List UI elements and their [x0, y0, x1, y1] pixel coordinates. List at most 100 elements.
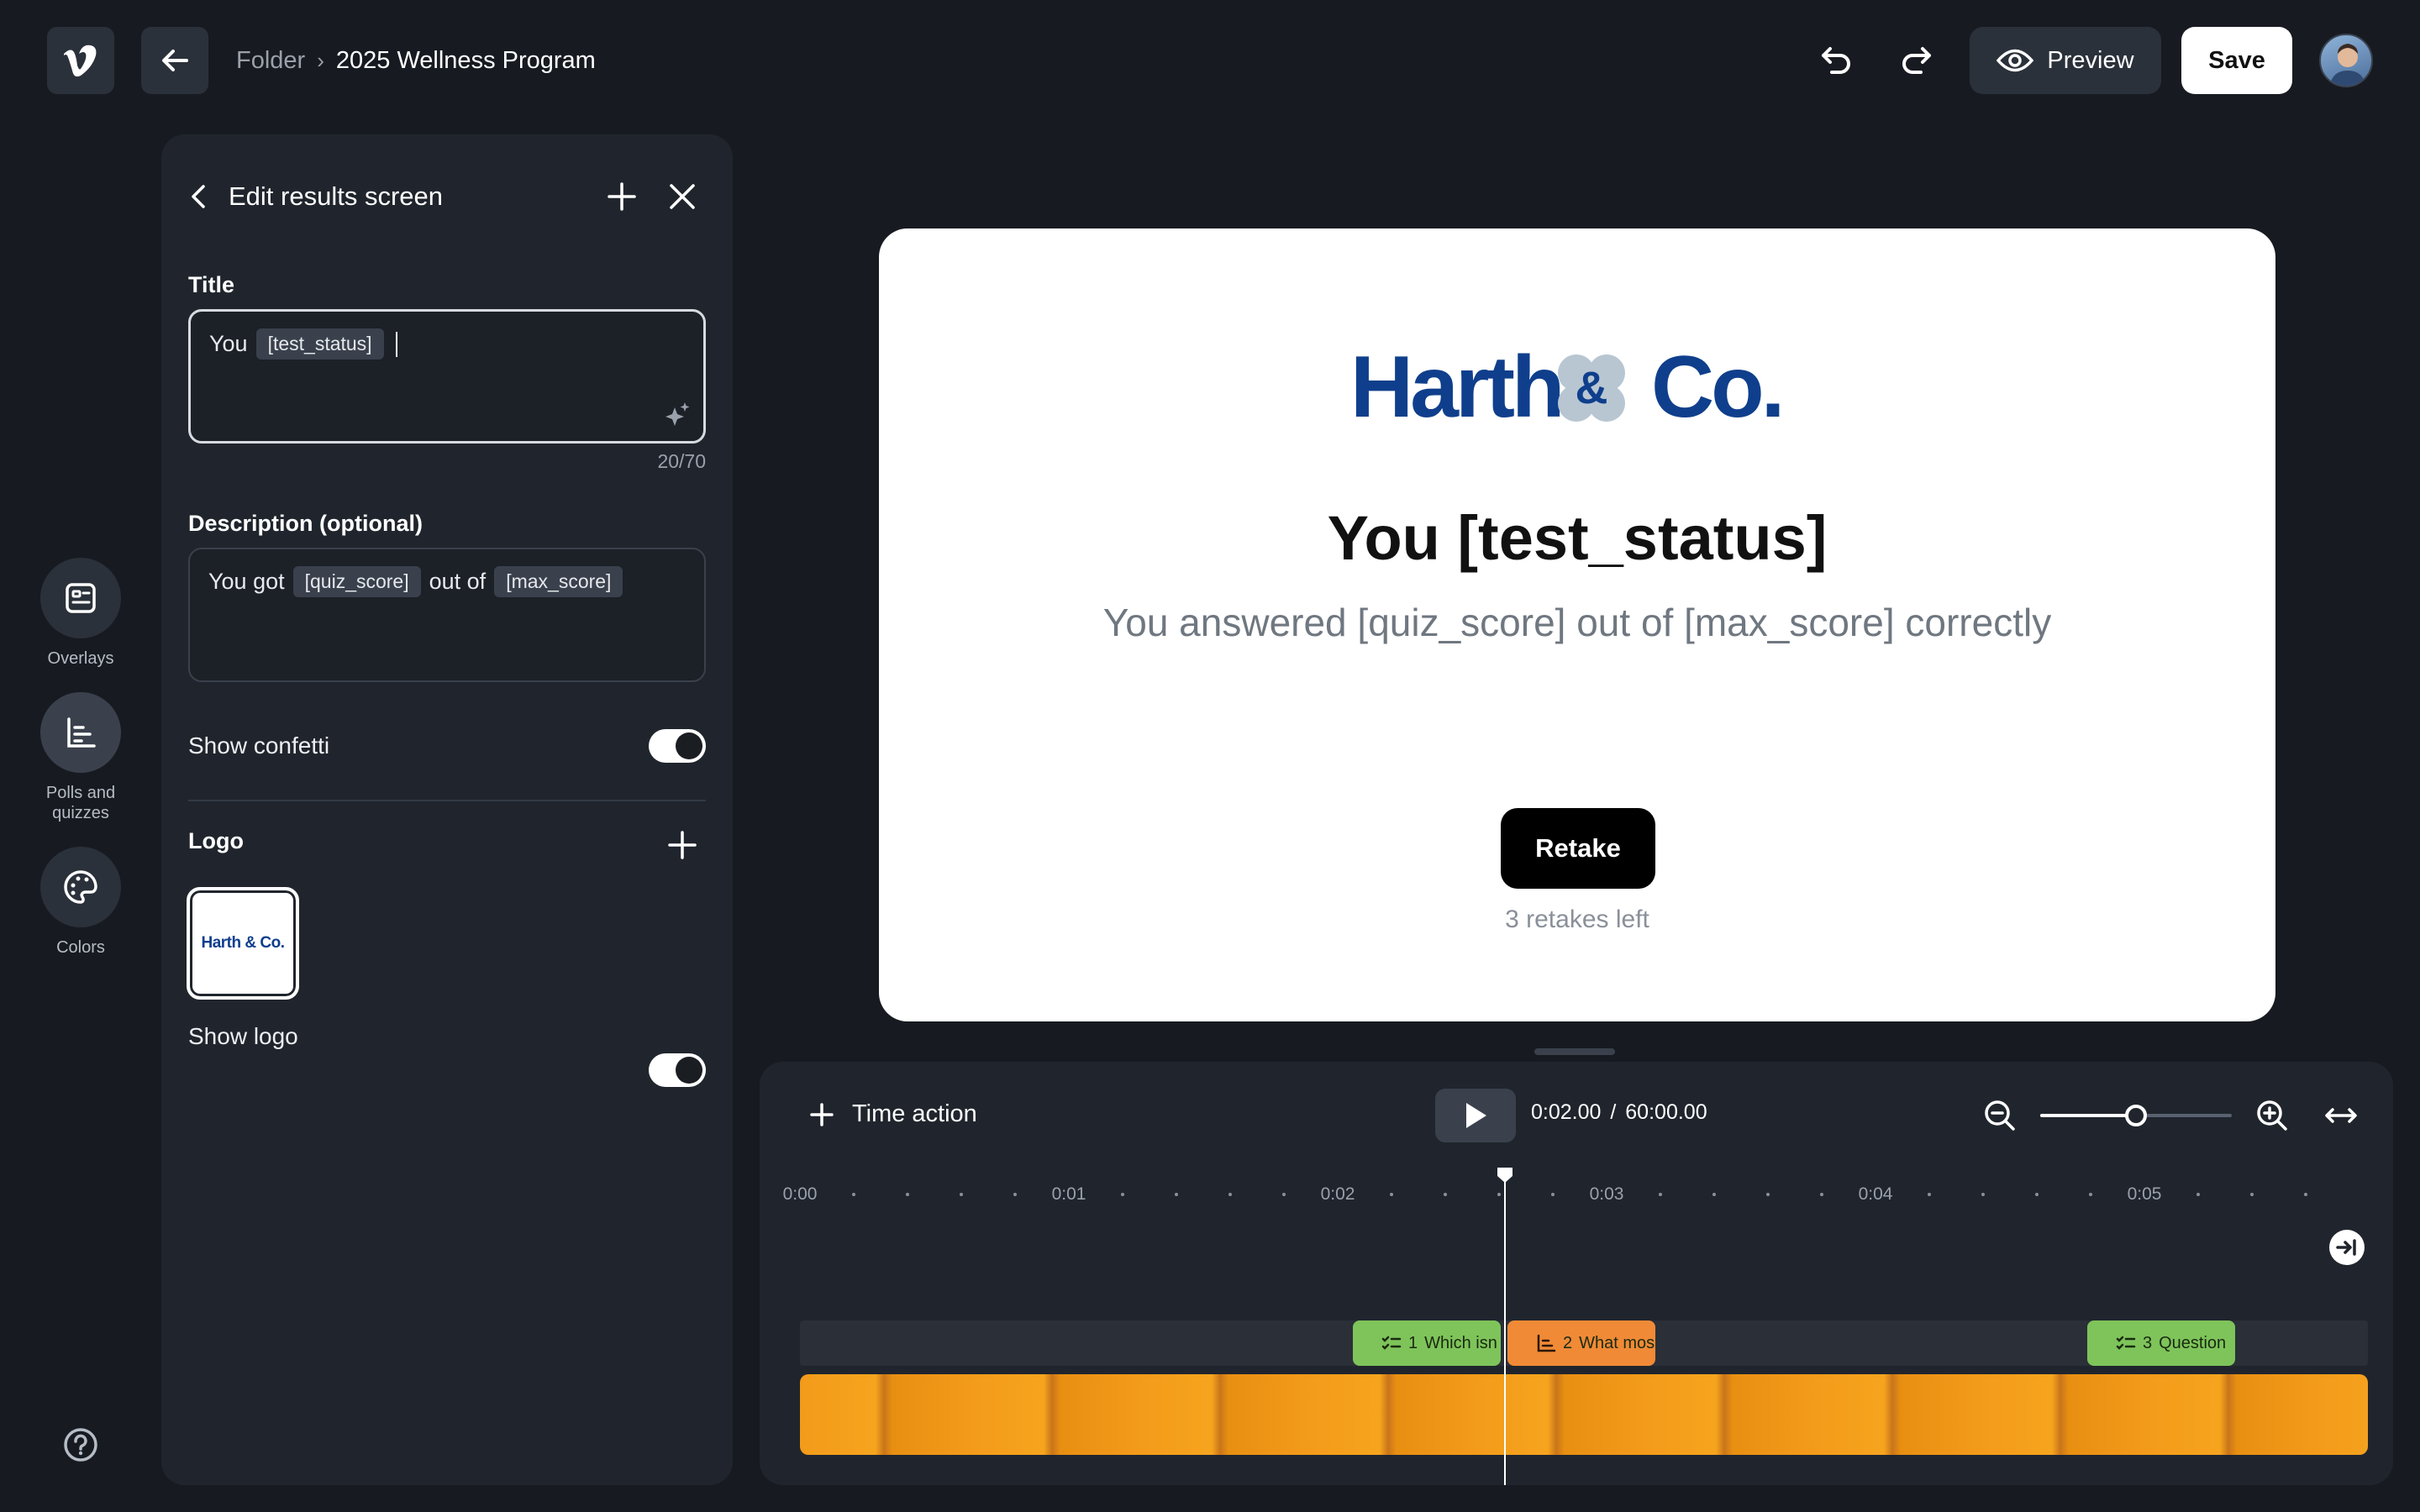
avatar[interactable] [2319, 34, 2373, 87]
plus-icon [810, 1102, 834, 1126]
chevron-left-icon[interactable] [188, 183, 208, 210]
back-arrow-icon[interactable] [141, 27, 208, 94]
title-text: You [209, 331, 248, 356]
marker-label: Question [2159, 1333, 2227, 1352]
description-text-1: You got [208, 569, 285, 594]
ruler-dot [2089, 1193, 2092, 1196]
marker-label: Which isn [1424, 1333, 1497, 1352]
rail-polls[interactable]: Polls and quizzes [20, 692, 141, 823]
tick-label: 0:05 [2127, 1184, 2162, 1204]
time-readout: 0:02.00 / 60:00.00 [1531, 1100, 1707, 1125]
ruler-dot [1766, 1193, 1770, 1196]
ruler-dot [1981, 1193, 1985, 1196]
ruler-dot [852, 1193, 855, 1196]
breadcrumb-current: 2025 Wellness Program [335, 46, 596, 74]
title-char-count: 20/70 [657, 450, 706, 472]
zoom-in-icon[interactable] [2252, 1095, 2292, 1136]
description-text-2: out of [429, 569, 487, 594]
zoom-out-icon[interactable] [1980, 1095, 2020, 1136]
ruler-dot [1551, 1193, 1555, 1196]
svg-text:Harth: Harth [1350, 346, 1562, 430]
show-confetti-toggle[interactable] [649, 729, 706, 763]
quiz-marker-3[interactable]: 3 Question [2087, 1320, 2235, 1366]
results-preview-card: Harth & Co. You [test_status] You answer… [879, 228, 2275, 1021]
redo-icon[interactable] [1892, 37, 1939, 84]
rail-label-overlays: Overlays [47, 649, 114, 668]
ruler-dot [2035, 1193, 2039, 1196]
description-label: Description (optional) [188, 511, 423, 536]
svg-text:&: & [1576, 363, 1608, 413]
text-cursor [395, 331, 397, 357]
rail-label-polls: Polls and quizzes [45, 784, 116, 822]
ruler-dot [1013, 1193, 1017, 1196]
ruler-dot [1659, 1193, 1662, 1196]
ruler-dot [1444, 1193, 1447, 1196]
breadcrumb-folder[interactable]: Folder [236, 47, 305, 75]
checklist-icon [2116, 1335, 2136, 1352]
ruler-dot [1390, 1193, 1393, 1196]
play-icon[interactable] [1435, 1089, 1516, 1142]
vimeo-logo-icon[interactable] [47, 27, 114, 94]
ruler-dot [1497, 1193, 1501, 1196]
show-logo-toggle[interactable] [649, 1053, 706, 1087]
ruler-dot [1175, 1193, 1178, 1196]
add-icon[interactable] [598, 173, 645, 220]
title-variable-chip[interactable]: [test_status] [255, 328, 384, 360]
video-thumbnail-strip[interactable] [800, 1374, 2368, 1455]
title-field[interactable]: You [test_status] [188, 309, 706, 444]
jump-to-end-icon[interactable] [2329, 1230, 2365, 1265]
ruler-dot [906, 1193, 909, 1196]
show-logo-label: Show logo [188, 1023, 298, 1049]
ruler-dot [1121, 1193, 1124, 1196]
playhead[interactable] [1504, 1176, 1506, 1485]
preview-button[interactable]: Preview [1970, 27, 2161, 94]
timeline-panel: Time action 0:02.00 / 60:00.00 0:00 0:01… [760, 1062, 2393, 1485]
current-time: 0:02.00 [1531, 1100, 1602, 1124]
undo-icon[interactable] [1813, 37, 1860, 84]
rail-overlays[interactable]: Overlays [20, 558, 141, 669]
resize-handle[interactable] [1534, 1048, 1615, 1055]
ruler-dot [1228, 1193, 1232, 1196]
chevron-right-icon: › [317, 47, 324, 73]
logo-thumbnail[interactable]: Harth & Co. [187, 887, 299, 1000]
ruler-dot [1712, 1193, 1716, 1196]
checklist-icon [1381, 1335, 1402, 1352]
rail-label-colors: Colors [56, 938, 105, 957]
tick-label: 0:04 [1858, 1184, 1893, 1204]
zoom-slider[interactable] [2040, 1105, 2232, 1126]
breadcrumb: Folder › 2025 Wellness Program [236, 44, 596, 77]
logo-thumbnail-text: Harth & Co. [201, 934, 286, 952]
time-action-label: Time action [852, 1100, 977, 1127]
time-action-button[interactable]: Time action [810, 1100, 977, 1128]
retake-button[interactable]: Retake [1501, 808, 1655, 889]
results-description: You answered [quiz_score] out of [max_sc… [1102, 601, 2052, 644]
description-field[interactable]: You got [quiz_score] out of [max_score] [188, 548, 706, 682]
zoom-slider-fill [2040, 1114, 2136, 1117]
ruler-dot [2304, 1193, 2307, 1196]
logo-section-label: Logo [188, 828, 244, 853]
save-button[interactable]: Save [2181, 27, 2292, 94]
polls-icon [40, 692, 121, 773]
quiz-score-chip[interactable]: [quiz_score] [292, 566, 421, 597]
close-icon[interactable] [659, 173, 706, 220]
ruler-dot [1282, 1193, 1286, 1196]
help-icon[interactable] [47, 1425, 114, 1465]
poll-marker-2[interactable]: 2 What mos [1507, 1320, 1655, 1366]
marker-label: What mos [1579, 1333, 1655, 1352]
svg-text:Co.: Co. [1651, 346, 1782, 430]
add-logo-icon[interactable] [659, 822, 706, 869]
poll-icon [1536, 1334, 1556, 1352]
tick-label: 0:00 [782, 1184, 818, 1204]
playhead-handle-icon[interactable] [1496, 1166, 1514, 1184]
zoom-slider-thumb[interactable] [2125, 1105, 2147, 1126]
sparkle-ai-icon[interactable] [663, 401, 692, 429]
rail-colors[interactable]: Colors [20, 847, 141, 958]
show-confetti-label: Show confetti [188, 732, 330, 759]
max-score-chip[interactable]: [max_score] [494, 566, 623, 597]
ruler-dot [2196, 1193, 2200, 1196]
ruler-dot [2250, 1193, 2254, 1196]
tick-label: 0:02 [1320, 1184, 1355, 1204]
ruler-dot [960, 1193, 963, 1196]
fit-width-icon[interactable] [2321, 1095, 2361, 1136]
quiz-marker-1[interactable]: 1 Which isn [1353, 1320, 1501, 1366]
